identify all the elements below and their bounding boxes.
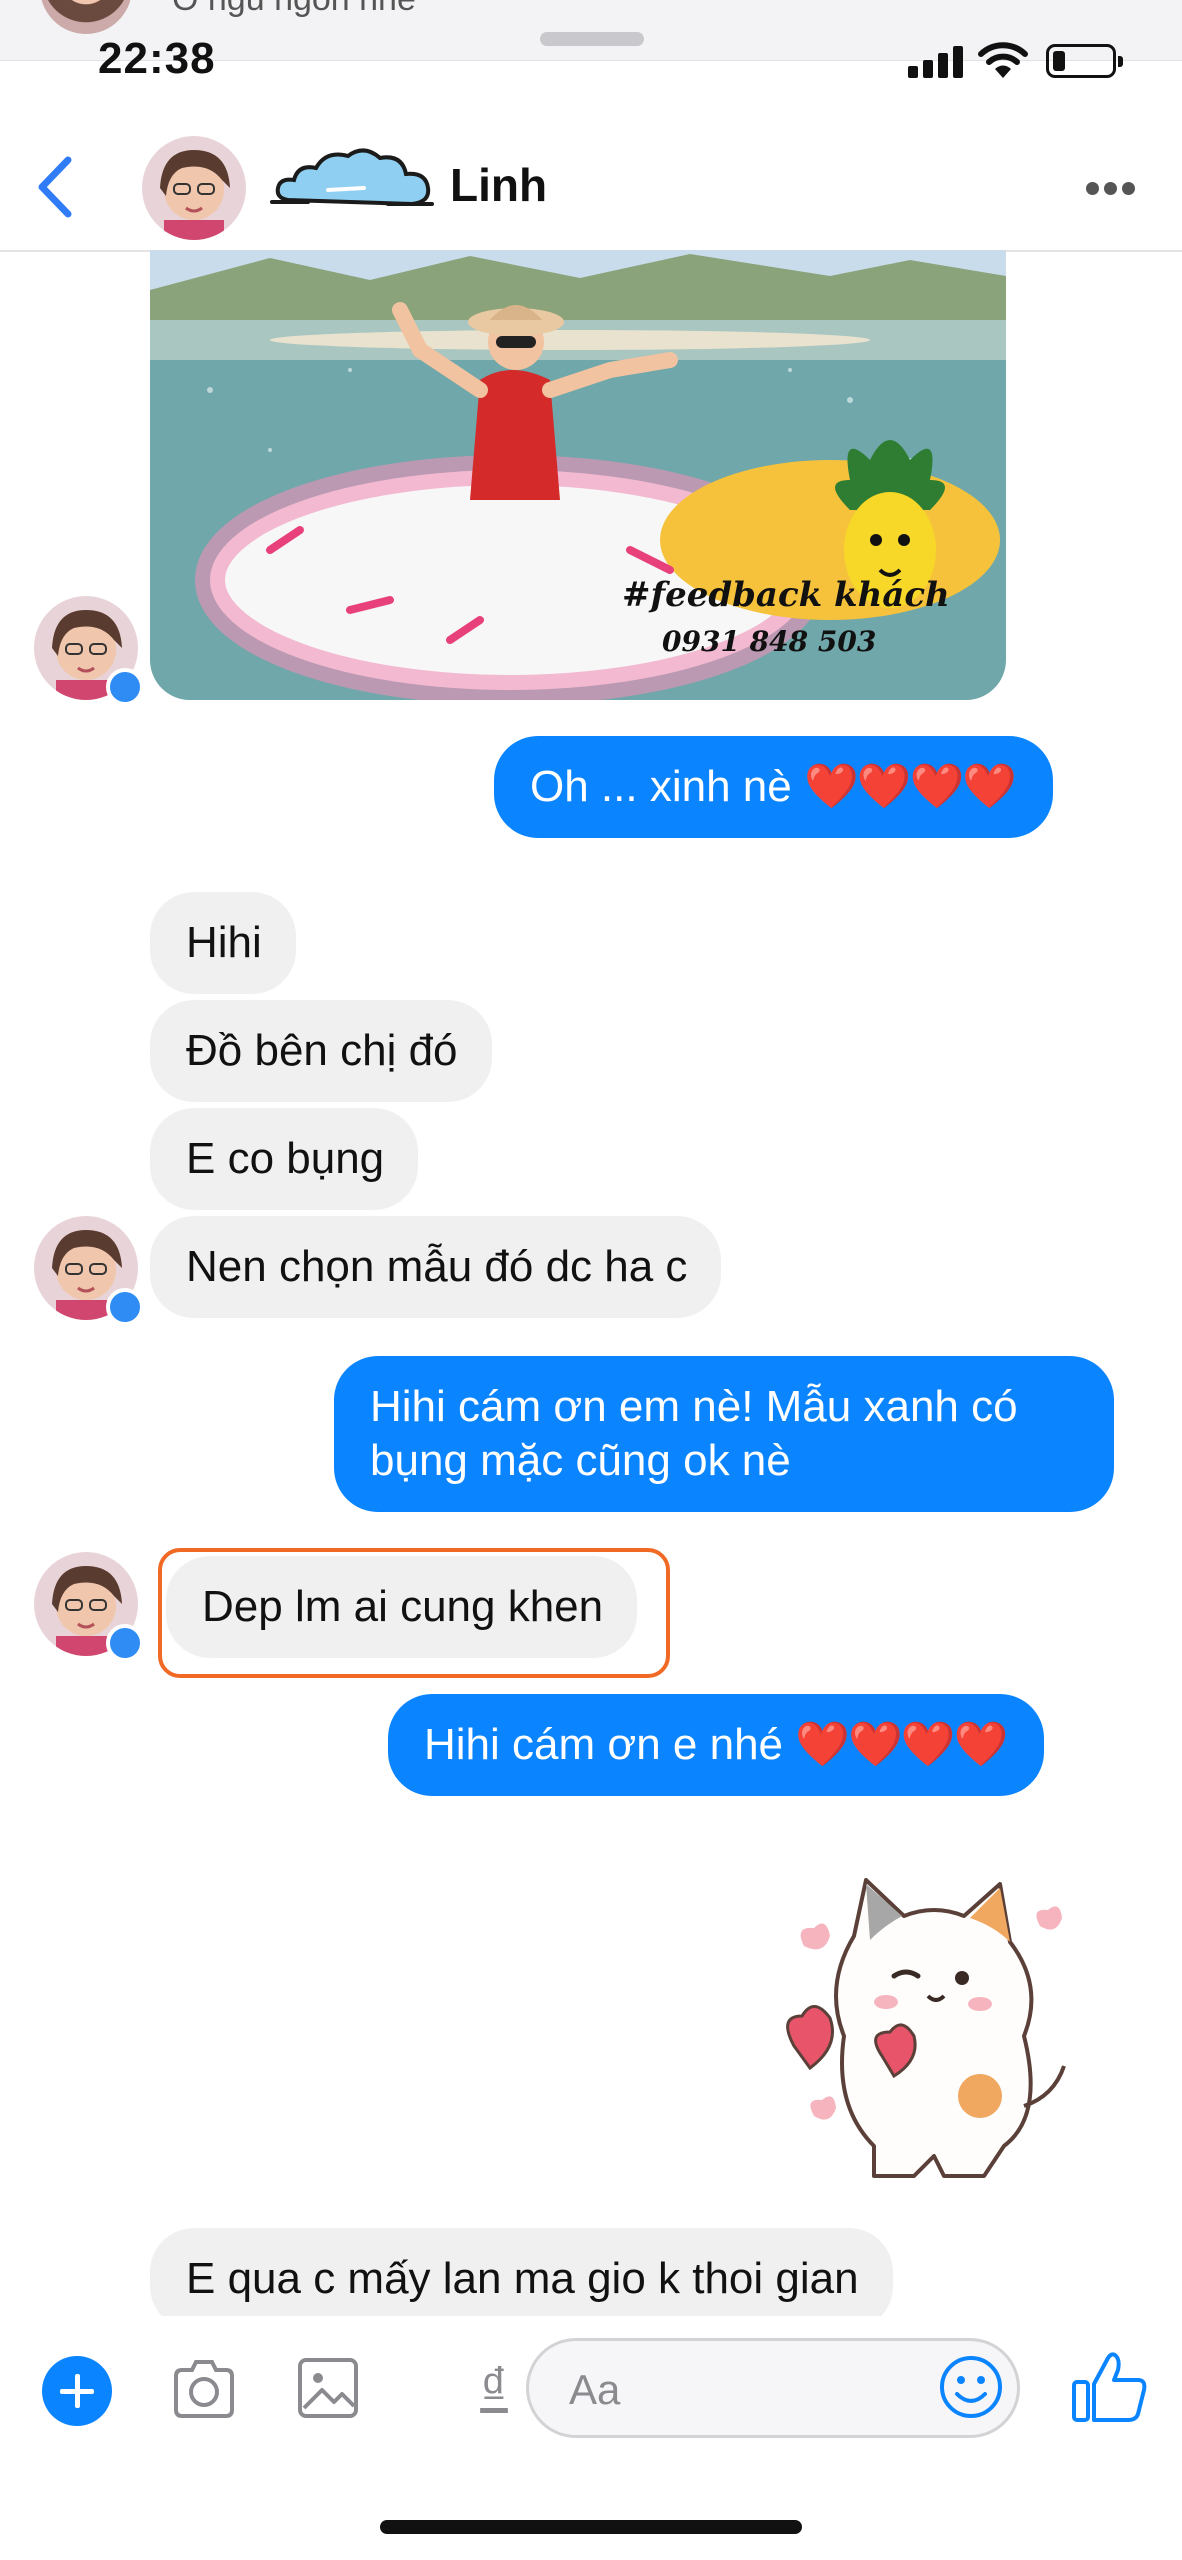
contact-name[interactable]: Linh: [450, 158, 547, 212]
incoming-message[interactable]: Nen chọn mẫu đó dc ha c: [150, 1216, 722, 1318]
photo-watermark-tag: #feedback khách: [622, 575, 950, 615]
message-text: Oh ... xinh nè: [530, 762, 792, 811]
messenger-badge-icon: [106, 1624, 144, 1662]
message-text: Nen chọn mẫu đó dc ha c: [186, 1242, 688, 1291]
incoming-message[interactable]: Đồ bên chị đó: [150, 1000, 492, 1102]
emoji-icon[interactable]: [938, 2354, 1004, 2420]
plus-icon[interactable]: [42, 2356, 112, 2426]
sheet-grabber[interactable]: [540, 32, 644, 46]
message-text: E co bụng: [186, 1134, 385, 1183]
camera-icon[interactable]: [168, 2354, 240, 2426]
message-text: Đồ bên chị đó: [186, 1026, 458, 1075]
dong-icon[interactable]: ₫: [466, 2356, 522, 2418]
message-text: Hihi: [186, 918, 262, 967]
more-icon[interactable]: [1086, 182, 1136, 196]
cloud-emoji-icon: [270, 148, 434, 207]
highlight-frame: [158, 1548, 670, 1678]
messenger-badge-icon: [106, 668, 144, 706]
wifi-icon: [978, 42, 1028, 78]
hearts-emoji: ❤️❤️❤️❤️: [795, 1720, 1008, 1769]
incoming-message[interactable]: E qua c mấy lan ma gio k thoi gian: [150, 2228, 893, 2330]
message-text-line: bụng mặc cũng ok nè: [370, 1436, 791, 1485]
outgoing-message[interactable]: Hihi cám ơn em nè! Mẫu xanh có bụng mặc …: [334, 1356, 1114, 1512]
photo-message[interactable]: #feedback khách 0931 848 503: [150, 250, 1006, 700]
status-time: 22:38: [98, 34, 216, 83]
thumbs-up-icon[interactable]: [1068, 2346, 1150, 2428]
incoming-message[interactable]: Hihi: [150, 892, 296, 994]
cat-sticker[interactable]: [774, 1856, 1094, 2196]
hearts-emoji: ❤️❤️❤️❤️: [803, 762, 1017, 811]
battery-icon: [1046, 44, 1123, 78]
message-text-line: Hihi cám ơn em nè! Mẫu xanh có: [370, 1382, 1018, 1431]
photo-watermark-phone: 0931 848 503: [662, 625, 877, 658]
back-chevron-icon[interactable]: [30, 152, 80, 222]
image-icon[interactable]: [292, 2352, 364, 2424]
notification-text: Ô ngủ ngon nhé: [172, 0, 416, 19]
outgoing-message[interactable]: Oh ... xinh nè ❤️❤️❤️❤️: [494, 736, 1054, 838]
sender-avatar[interactable]: [34, 596, 144, 706]
sender-avatar[interactable]: [34, 1552, 144, 1662]
message-text: E qua c mấy lan ma gio k thoi gian: [186, 2254, 859, 2303]
notification-avatar: [40, 0, 132, 34]
message-input[interactable]: [567, 2365, 931, 2415]
sender-avatar[interactable]: [34, 1216, 144, 1326]
outgoing-message[interactable]: Hihi cám ơn e nhé ❤️❤️❤️❤️: [388, 1694, 1045, 1796]
home-indicator[interactable]: [380, 2520, 802, 2534]
incoming-message[interactable]: E co bụng: [150, 1108, 419, 1210]
contact-avatar[interactable]: [142, 136, 246, 240]
messenger-badge-icon: [106, 1288, 144, 1326]
signal-icon: [908, 46, 966, 78]
message-text: Hihi cám ơn e nhé: [424, 1720, 784, 1769]
